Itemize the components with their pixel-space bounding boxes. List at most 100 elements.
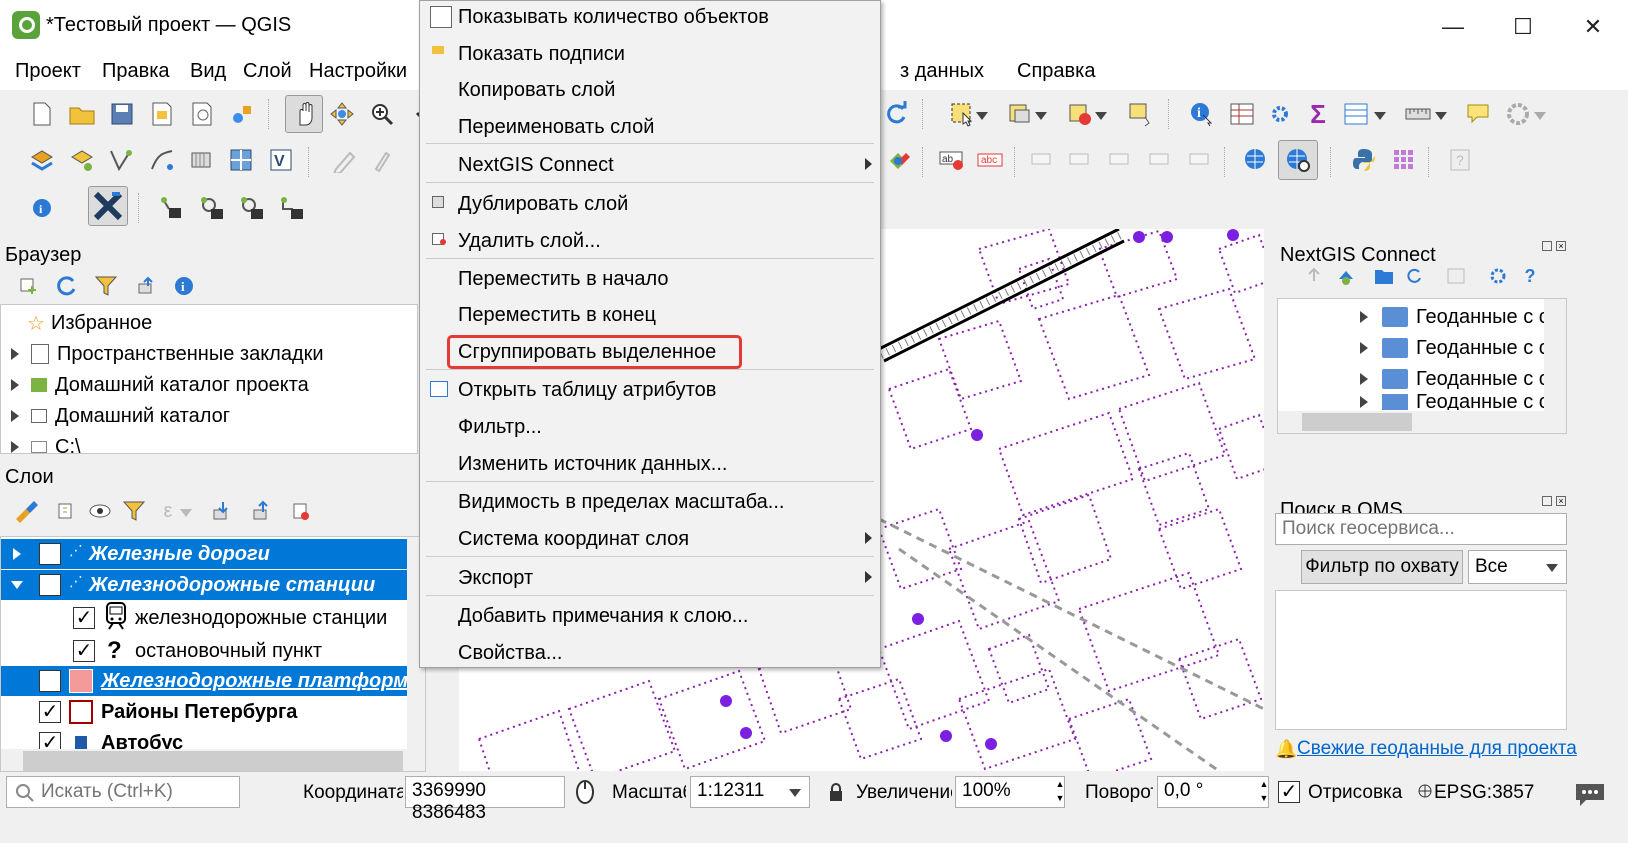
rotation-field[interactable]: 0,0 ° <box>1157 776 1269 808</box>
table-dropdown-icon[interactable] <box>1372 100 1388 132</box>
qms-search-input[interactable] <box>1275 513 1567 545</box>
ctx-scale-visibility[interactable]: Видимость в пределах масштаба... <box>458 491 784 514</box>
zoom-in-icon[interactable] <box>366 98 398 130</box>
menu-layer[interactable]: Слой <box>243 60 292 83</box>
select-dropdown-arrow-icon[interactable] <box>974 100 990 132</box>
browser-collapse-icon[interactable] <box>130 270 162 302</box>
scrollbar-thumb[interactable] <box>23 751 403 771</box>
ctx-remove-layer[interactable]: Удалить слой... <box>458 230 601 253</box>
open-table-icon[interactable] <box>1340 98 1372 130</box>
menu-settings[interactable]: Настройки <box>309 60 407 83</box>
layer-class-stations[interactable]: ✓ железнодорожные станции <box>1 602 419 633</box>
python-console-icon[interactable] <box>1348 144 1380 176</box>
menu-edit[interactable]: Правка <box>102 60 170 83</box>
ctx-add-notes[interactable]: Добавить примечания к слою... <box>458 605 748 628</box>
attribute-table-icon[interactable] <box>1226 98 1258 130</box>
magnifier-spin-icon[interactable]: ▲ ▼ <box>1054 777 1066 807</box>
deselect-features-icon[interactable] <box>1064 98 1096 130</box>
settings-gear-icon[interactable] <box>1502 98 1534 130</box>
ngc-upload-icon[interactable] <box>1298 260 1330 292</box>
ngc-vertical-scrollbar[interactable] <box>1544 299 1566 411</box>
expand-arrow-icon[interactable] <box>11 379 19 391</box>
manage-visibility-icon[interactable] <box>86 495 118 527</box>
add-vector-icon[interactable] <box>66 144 98 176</box>
refresh-icon[interactable] <box>880 98 912 130</box>
messages-icon[interactable] <box>1572 780 1608 808</box>
expand-arrow-icon[interactable] <box>11 410 19 422</box>
label-show-icon[interactable] <box>1064 144 1096 176</box>
close-button[interactable]: ✕ <box>1558 0 1628 54</box>
qms-news-link[interactable]: Свежие геоданные для проекта <box>1297 738 1577 760</box>
filter-expression-dropdown-icon[interactable] <box>178 497 194 529</box>
ngc-new-folder-icon[interactable] <box>1368 260 1400 292</box>
quickmapservices-icon[interactable] <box>1240 144 1272 176</box>
filter-legend-icon[interactable] <box>118 495 150 527</box>
plugins-grid-icon[interactable] <box>1388 144 1420 176</box>
expand-arrow-icon[interactable] <box>13 548 21 560</box>
browser-item-drive-c[interactable]: C:\ <box>11 432 81 453</box>
rotation-spin-icon[interactable]: ▲ ▼ <box>1258 777 1270 807</box>
add-group-icon[interactable] <box>50 495 82 527</box>
label-tool-icon[interactable] <box>884 144 916 176</box>
lock-search-icon[interactable] <box>196 192 228 224</box>
layer-visibility-checkbox[interactable]: ✓ <box>39 574 61 596</box>
scrollbar-thumb[interactable] <box>1302 413 1412 431</box>
label-change-icon[interactable] <box>1184 144 1216 176</box>
ctx-show-feature-count[interactable]: Показывать количество объектов <box>458 6 769 29</box>
ctx-open-attribute-table[interactable]: Открыть таблицу атрибутов <box>458 379 716 402</box>
maximize-button[interactable]: ☐ <box>1488 0 1558 54</box>
layer-row-platforms[interactable]: ✓ Железнодорожные платформы <box>1 666 425 696</box>
mouse-icon[interactable] <box>574 778 596 806</box>
new-print-layout-icon[interactable] <box>146 98 178 130</box>
expand-arrow-icon[interactable] <box>1360 342 1368 354</box>
new-project-icon[interactable] <box>26 98 58 130</box>
browser-add-icon[interactable] <box>12 270 44 302</box>
collapse-arrow-icon[interactable] <box>11 581 23 589</box>
measure-line-icon[interactable] <box>1402 98 1434 130</box>
collapse-all-icon[interactable] <box>245 495 277 527</box>
nextgis-info-icon[interactable]: i <box>26 192 58 224</box>
browser-item-favorites[interactable]: ☆ Избранное <box>27 308 152 338</box>
ctx-change-data-source[interactable]: Изменить источник данных... <box>458 453 727 476</box>
crs-value[interactable]: EPSG:3857 <box>1434 782 1534 804</box>
identify-features-icon[interactable]: i <box>1186 98 1218 130</box>
layer-row-railways[interactable]: ✓ ⋰ Железные дороги <box>1 539 419 569</box>
layer-visibility-checkbox[interactable]: ✓ <box>39 670 61 692</box>
ngc-item[interactable]: Геоданные с с <box>1360 333 1549 363</box>
measure-dropdown-icon[interactable] <box>1433 100 1449 132</box>
deselect-dropdown-icon[interactable] <box>1093 100 1109 132</box>
nextgis-x-icon[interactable] <box>88 186 128 226</box>
browser-item-project-home[interactable]: Домашний каталог проекта <box>11 370 309 400</box>
ctx-properties[interactable]: Свойства... <box>458 642 563 665</box>
ngc-settings-icon[interactable] <box>1482 260 1514 292</box>
render-checkbox[interactable]: ✓ <box>1278 781 1300 803</box>
map-tips-icon[interactable] <box>1462 98 1494 130</box>
toolbox-icon[interactable] <box>1264 98 1296 130</box>
open-project-icon[interactable] <box>66 98 98 130</box>
expand-arrow-icon[interactable] <box>1360 373 1368 385</box>
ctx-duplicate-layer[interactable]: Дублировать слой <box>458 193 628 216</box>
toggle-edit-icon[interactable] <box>366 144 398 176</box>
ctx-rename-layer[interactable]: Переименовать слой <box>458 116 654 139</box>
class-visibility-checkbox[interactable]: ✓ <box>73 607 95 629</box>
select-value-dropdown-icon[interactable] <box>1033 100 1049 132</box>
browser-refresh-icon[interactable] <box>50 270 82 302</box>
help-icon[interactable]: ? <box>1444 144 1476 176</box>
expand-all-icon[interactable] <box>205 495 237 527</box>
browser-info-icon[interactable]: i <box>168 270 200 302</box>
add-raster-icon[interactable] <box>186 144 218 176</box>
menu-database[interactable]: з данных <box>900 60 984 83</box>
ctx-copy-layer[interactable]: Копировать слой <box>458 79 615 102</box>
label-pin-icon[interactable] <box>1026 144 1058 176</box>
ctx-export[interactable]: Экспорт <box>458 567 533 590</box>
browser-item-bookmarks[interactable]: Пространственные закладки <box>11 339 324 369</box>
label-abc-icon[interactable]: ab <box>936 144 968 176</box>
ctx-filter[interactable]: Фильтр... <box>458 416 542 439</box>
magnifier-field[interactable]: 100% <box>955 776 1065 808</box>
ctx-show-labels[interactable]: Показать подписи <box>458 43 625 66</box>
ctx-move-to-bottom[interactable]: Переместить в конец <box>458 304 656 327</box>
select-by-value-icon[interactable] <box>1004 98 1036 130</box>
save-project-icon[interactable] <box>106 98 138 130</box>
class-visibility-checkbox[interactable]: ✓ <box>73 640 95 662</box>
panel-close-icon[interactable]: × <box>1556 241 1566 251</box>
